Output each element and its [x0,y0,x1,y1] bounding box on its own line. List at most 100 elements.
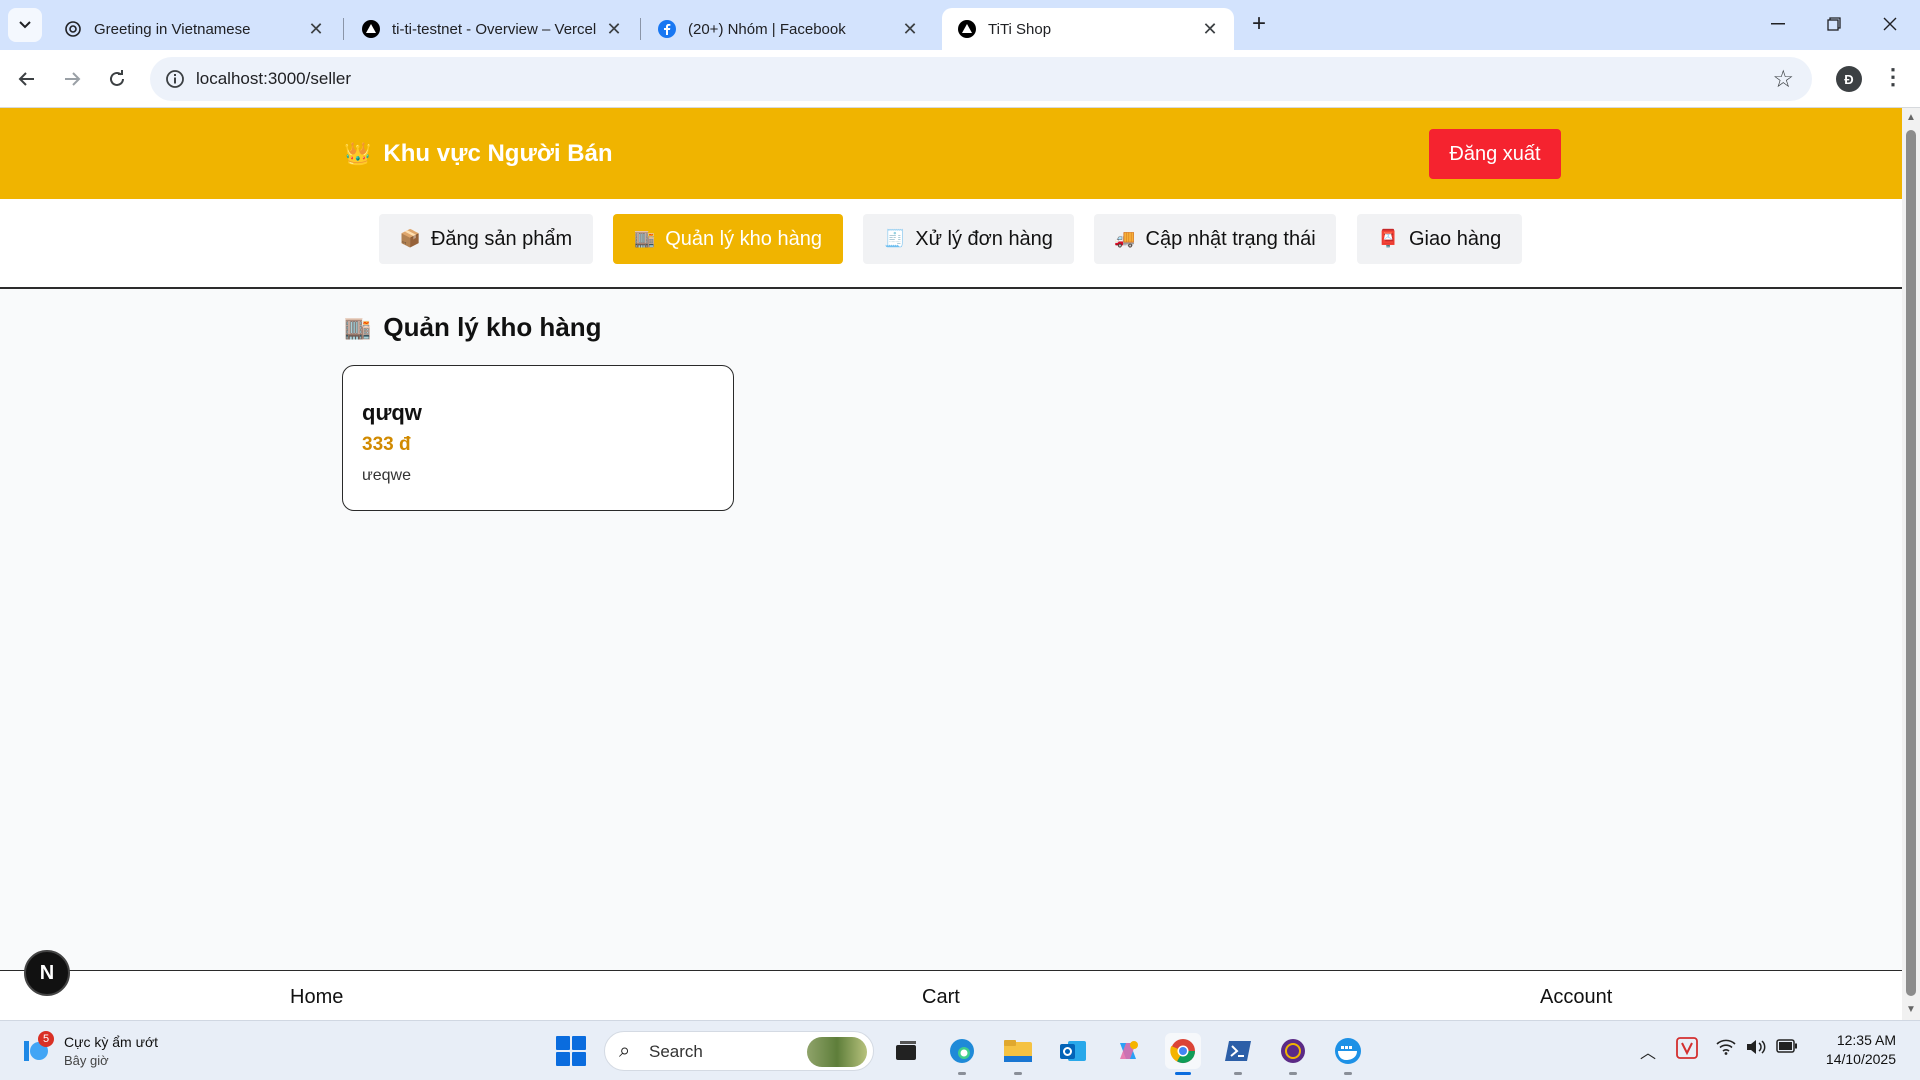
running-indicator [1175,1072,1191,1075]
tray-chevron-up-icon[interactable]: ︿ [1640,1039,1656,1063]
url-text[interactable]: localhost:3000/seller [196,69,351,89]
new-tab-button[interactable]: + [1246,12,1272,38]
tab-label: Giao hàng [1408,227,1502,250]
reload-icon [110,70,124,86]
browser-toolbar: localhost:3000/seller ☆ Đ ⋮ [0,50,1920,108]
taskbar-search-placeholder: Search [649,1042,703,1061]
store-icon: 🏬 [344,314,372,340]
notification-badge: 5 [38,1031,54,1047]
seller-header: 👑 Khu vực Người Bán Đăng xuất [0,108,1902,199]
arrow-left-icon [18,72,34,86]
nextjs-dev-badge[interactable]: N [24,950,70,996]
postbox-icon: 📮 [1377,229,1399,248]
address-bar[interactable]: localhost:3000/seller ☆ [150,57,1812,101]
back-button[interactable] [10,62,44,96]
close-icon[interactable]: ✕ [900,19,920,40]
minimize-icon [1771,23,1785,25]
browser-tab-strip: Greeting in Vietnamese ✕ ti-ti-testnet -… [0,0,1920,50]
tab-delivery[interactable]: 📮 Giao hàng [1357,214,1522,264]
scroll-up-icon[interactable]: ▲ [1905,112,1917,124]
running-indicator [1014,1072,1022,1075]
restore-button[interactable] [1806,0,1862,48]
tab-search-button[interactable] [8,8,42,42]
product-price: 333 đ [362,434,411,455]
restore-icon [1827,17,1841,31]
browser-tab-3-active[interactable]: TiTi Shop ✕ [942,8,1234,50]
running-indicator [1289,1072,1297,1075]
chrome-icon[interactable] [1165,1033,1201,1075]
seller-nav: 📦 Đăng sản phẩm 🏬 Quản lý kho hàng 🧾 Xử … [0,199,1902,289]
close-icon[interactable]: ✕ [604,19,624,40]
docker-icon[interactable] [1330,1033,1366,1075]
battery-icon[interactable] [1776,1039,1798,1058]
wifi-icon[interactable] [1716,1039,1736,1060]
copilot-icon[interactable] [1110,1033,1146,1069]
app-coin-icon[interactable] [1275,1033,1311,1075]
search-highlight-icon [807,1037,867,1067]
tab-update-status[interactable]: 🚚 Cập nhật trạng thái [1094,214,1336,264]
tab-label: Đăng sản phẩm [430,227,573,250]
tab-inventory[interactable]: 🏬 Quản lý kho hàng [613,214,843,264]
windows-start-icon[interactable] [556,1036,586,1066]
receipt-icon: 🧾 [884,229,906,248]
taskbar-search[interactable]: ⌕ Search [604,1031,874,1071]
profile-avatar[interactable]: Đ [1836,66,1862,92]
arrow-right-icon [65,72,81,86]
tab-separator [343,18,344,40]
product-name: qưqw [362,400,422,425]
reload-button[interactable] [100,62,134,96]
page-title: 🏬 Quản lý kho hàng [344,312,602,343]
page-viewport: 👑 Khu vực Người Bán Đăng xuất 📦 Đăng sản… [0,108,1902,1020]
seller-area-title-text: Khu vực Người Bán [383,140,613,167]
vercel-icon [958,20,976,38]
tab-title: TiTi Shop [988,20,1052,38]
bottom-nav-account[interactable]: Account [1540,986,1612,1009]
clock-date: 14/10/2025 [1825,1051,1896,1067]
bottom-nav-cart[interactable]: Cart [922,986,960,1009]
running-indicator [1234,1072,1242,1075]
file-explorer-icon[interactable] [1000,1033,1036,1075]
page-title-text: Quản lý kho hàng [383,312,602,342]
bookmark-star-icon[interactable]: ☆ [1772,65,1794,94]
tab-process-orders[interactable]: 🧾 Xử lý đơn hàng [863,214,1074,264]
scrollbar-thumb[interactable] [1906,130,1916,996]
bottom-nav-home[interactable]: Home [290,986,343,1009]
clock-time: 12:35 AM [1836,1032,1896,1048]
page-scrollbar[interactable]: ▲ ▼ [1902,108,1920,1020]
weather-subtitle: Bây giờ [64,1053,109,1068]
close-icon[interactable]: ✕ [1200,19,1220,40]
tab-title: (20+) Nhóm | Facebook [688,20,846,38]
close-icon[interactable]: ✕ [306,19,326,40]
tab-separator [640,18,641,40]
search-icon: ⌕ [619,1040,631,1062]
tab-post-product[interactable]: 📦 Đăng sản phẩm [379,214,593,264]
truck-icon: 🚚 [1114,229,1136,248]
edge-icon[interactable] [944,1033,980,1075]
forward-button[interactable] [55,62,89,96]
logout-button[interactable]: Đăng xuất [1429,129,1561,179]
browser-menu-icon[interactable]: ⋮ [1882,64,1904,90]
outlook-icon[interactable] [1055,1033,1091,1069]
scroll-down-icon[interactable]: ▼ [1905,1004,1917,1016]
tray-app-v-icon[interactable] [1676,1037,1698,1064]
volume-icon[interactable] [1746,1039,1766,1060]
browser-tab-1[interactable]: ti-ti-testnet - Overview – Vercel ✕ [346,8,638,50]
tab-label: Cập nhật trạng thái [1145,227,1316,250]
weather-widget[interactable]: 5 Cực kỳ ẩm ướt Bây giờ [22,1031,182,1071]
crown-icon: 👑 [344,141,372,166]
facebook-icon [658,20,676,38]
powershell-icon[interactable] [1220,1033,1256,1075]
close-window-button[interactable] [1862,0,1918,48]
minimize-button[interactable] [1750,0,1806,48]
browser-tab-2[interactable]: (20+) Nhóm | Facebook ✕ [642,8,934,50]
store-icon: 🏬 [634,229,656,248]
task-view-icon[interactable] [888,1033,924,1069]
product-card[interactable]: qưqw 333 đ ưeqwe [342,365,734,511]
weather-title: Cực kỳ ẩm ướt [64,1034,159,1050]
tab-label: Quản lý kho hàng [665,227,822,250]
product-description: ưeqwe [362,467,411,484]
site-info-icon[interactable] [164,68,186,90]
bottom-nav: Home Cart Account [0,970,1902,1020]
browser-tab-0[interactable]: Greeting in Vietnamese ✕ [48,8,340,50]
system-clock[interactable]: 12:35 AM 14/10/2025 [1812,1031,1896,1069]
